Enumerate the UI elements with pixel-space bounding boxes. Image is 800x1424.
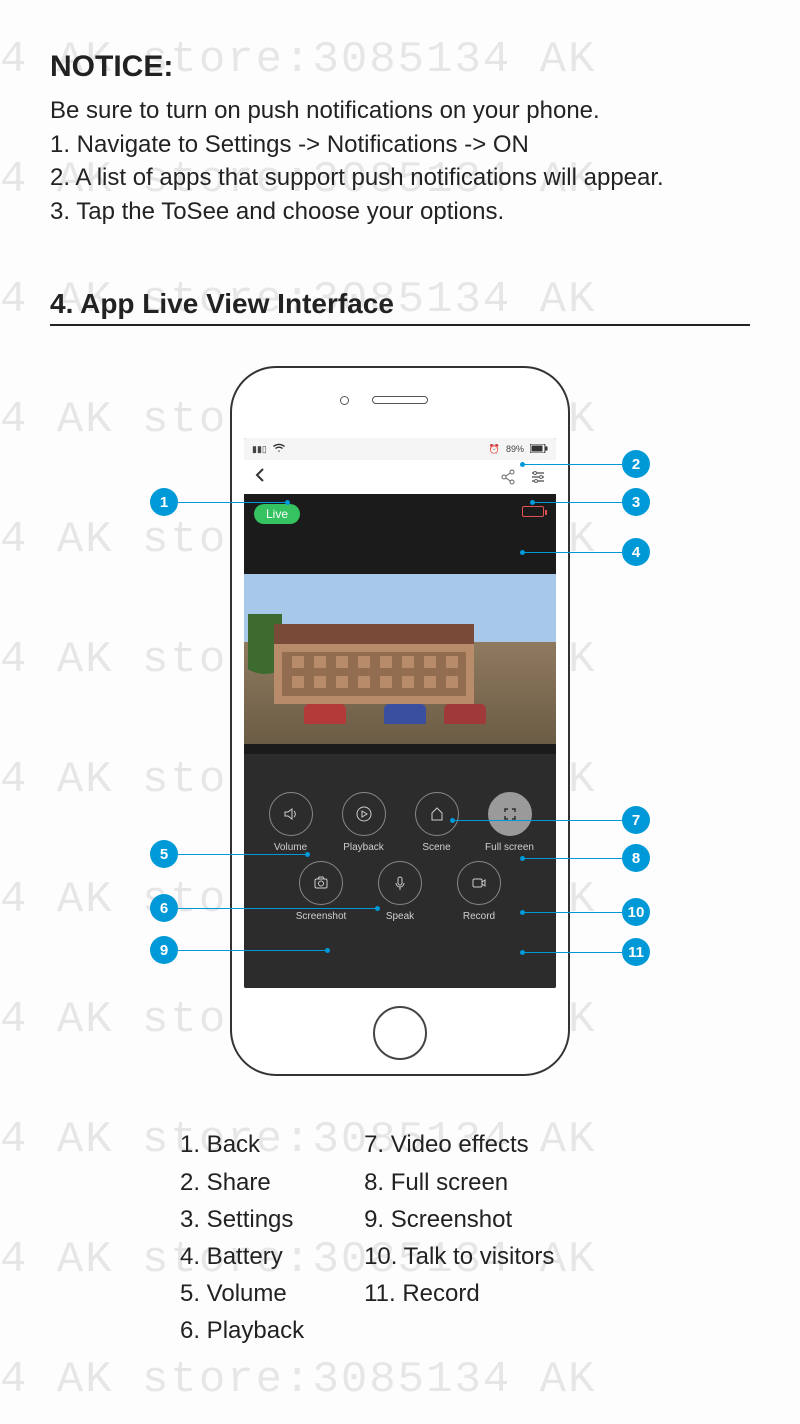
- phone-speaker: [372, 396, 428, 404]
- callout-bubble: 10: [622, 898, 650, 926]
- notice-body: Be sure to turn on push notifications on…: [50, 94, 750, 228]
- callout-bubble: 1: [150, 488, 178, 516]
- legend-column: 1. Back 2. Share 3. Settings 4. Battery …: [180, 1126, 304, 1349]
- phone-diagram: 1 5 6 9 2 3 4 7: [50, 366, 750, 1126]
- legend-item: 11. Record: [364, 1275, 554, 1312]
- legend-item: 8. Full screen: [364, 1164, 554, 1201]
- playback-button[interactable]: Playback: [332, 792, 396, 853]
- control-label: Playback: [343, 842, 384, 853]
- callout-9: 9: [150, 936, 328, 964]
- legend-item: 7. Video effects: [364, 1126, 554, 1163]
- legend-item: 3. Settings: [180, 1201, 304, 1238]
- callout-bubble: 4: [622, 538, 650, 566]
- notice-intro: Be sure to turn on push notifications on…: [50, 94, 750, 128]
- signal-icon: ▮▮▯: [252, 444, 267, 455]
- callout-bubble: 9: [150, 936, 178, 964]
- legend-column: 7. Video effects 8. Full screen 9. Scree…: [364, 1126, 554, 1349]
- legend-item: 6. Playback: [180, 1312, 304, 1349]
- notice-step: 2. A list of apps that support push noti…: [50, 161, 750, 195]
- back-button[interactable]: [254, 467, 266, 488]
- notice-title: NOTICE:: [50, 50, 750, 84]
- home-button[interactable]: [373, 1006, 427, 1060]
- legend-item: 2. Share: [180, 1164, 304, 1201]
- callout-bubble: 5: [150, 840, 178, 868]
- camera-feed[interactable]: [244, 574, 556, 744]
- callout-bubble: 2: [622, 450, 650, 478]
- video-area: Live: [244, 494, 556, 754]
- callout-bubble: 3: [622, 488, 650, 516]
- legend-item: 5. Volume: [180, 1275, 304, 1312]
- wifi-icon: [273, 443, 285, 455]
- callout-10: 10: [522, 898, 650, 926]
- control-label: Scene: [422, 842, 450, 853]
- callout-1: 1: [150, 488, 288, 516]
- callout-bubble: 11: [622, 938, 650, 966]
- status-bar: ▮▮▯ ⏰ 89%: [244, 438, 556, 460]
- legend-item: 10. Talk to visitors: [364, 1238, 554, 1275]
- record-button[interactable]: Record: [447, 861, 511, 922]
- callout-6: 6: [150, 894, 378, 922]
- legend-item: 4. Battery: [180, 1238, 304, 1275]
- notice-step: 3. Tap the ToSee and choose your options…: [50, 195, 750, 229]
- callout-3: 3: [532, 488, 650, 516]
- control-label: Speak: [386, 911, 414, 922]
- legend-item: 1. Back: [180, 1126, 304, 1163]
- callout-7: 7: [452, 806, 650, 834]
- callout-bubble: 7: [622, 806, 650, 834]
- callout-11: 11: [522, 938, 650, 966]
- app-nav-bar: [244, 460, 556, 494]
- callout-8: 8: [522, 844, 650, 872]
- phone-front-camera: [340, 396, 349, 405]
- callout-5: 5: [150, 840, 308, 868]
- callout-4: 4: [522, 538, 650, 566]
- notice-step: 1. Navigate to Settings -> Notifications…: [50, 128, 750, 162]
- legend: 1. Back 2. Share 3. Settings 4. Battery …: [50, 1126, 750, 1349]
- callout-bubble: 8: [622, 844, 650, 872]
- callout-2: 2: [522, 450, 650, 478]
- section-title: 4. App Live View Interface: [50, 288, 394, 326]
- legend-item: 9. Screenshot: [364, 1201, 554, 1238]
- alarm-icon: ⏰: [489, 444, 500, 455]
- callout-bubble: 6: [150, 894, 178, 922]
- phone-frame: ▮▮▯ ⏰ 89%: [230, 366, 570, 1076]
- share-icon[interactable]: [500, 469, 516, 485]
- control-label: Record: [463, 911, 495, 922]
